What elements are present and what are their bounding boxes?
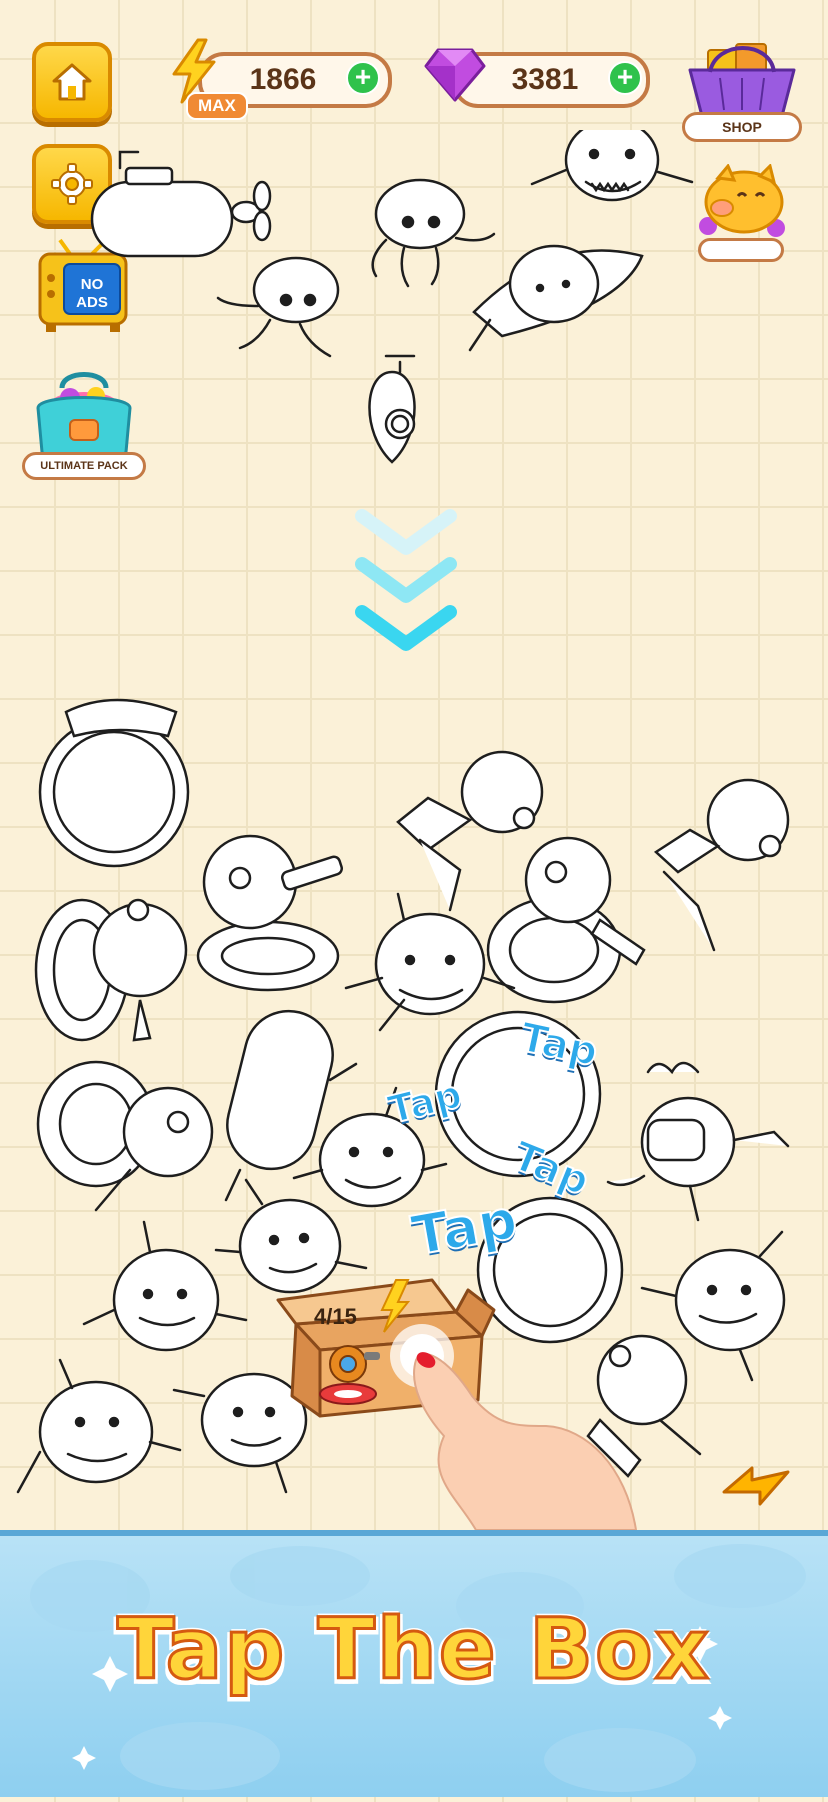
diver-preview-icon: [319, 1345, 380, 1405]
banner-title: Tap The Box: [116, 1599, 711, 1700]
energy-add-button[interactable]: +: [346, 61, 380, 95]
home-icon: [52, 63, 92, 101]
diver-tube-doodle-3: [34, 898, 188, 1042]
diver-doodle: [396, 750, 544, 912]
shark-doodle-4: [82, 1220, 248, 1352]
gem-icon: [424, 48, 486, 102]
energy-max-tag: MAX: [186, 92, 248, 120]
octopus-mask-doodle: [606, 1061, 790, 1222]
basket-icon: [688, 43, 796, 118]
pointing-hand-icon: [390, 1324, 638, 1530]
shark-doodle: [530, 130, 694, 202]
home-button[interactable]: [32, 42, 112, 122]
diver-tube-doodle-2: [486, 836, 646, 1004]
gem-add-button[interactable]: +: [608, 61, 642, 95]
diver-tube-doodle-4: [36, 1060, 214, 1212]
diver-tube-doodle: [196, 834, 344, 992]
energy-value: 1866: [249, 63, 317, 96]
top-doodles: [90, 130, 694, 464]
flying-saucer-doodle: [468, 244, 644, 352]
box-progress: 4/15: [314, 1304, 357, 1329]
octopus-doodle: [371, 178, 496, 288]
diving-helmet-doodle: [38, 698, 190, 868]
submarine-doodle: [90, 150, 272, 258]
gem-value: 3381: [511, 63, 579, 96]
diver-doodle-2: [653, 778, 790, 952]
shark-doodle-7: [16, 1358, 182, 1494]
chevron-down-icon: [355, 509, 457, 651]
rocket-doodle: [368, 354, 416, 464]
lightning-arrow-icon[interactable]: [718, 1462, 792, 1512]
octopus-doodle-2: [216, 256, 340, 358]
